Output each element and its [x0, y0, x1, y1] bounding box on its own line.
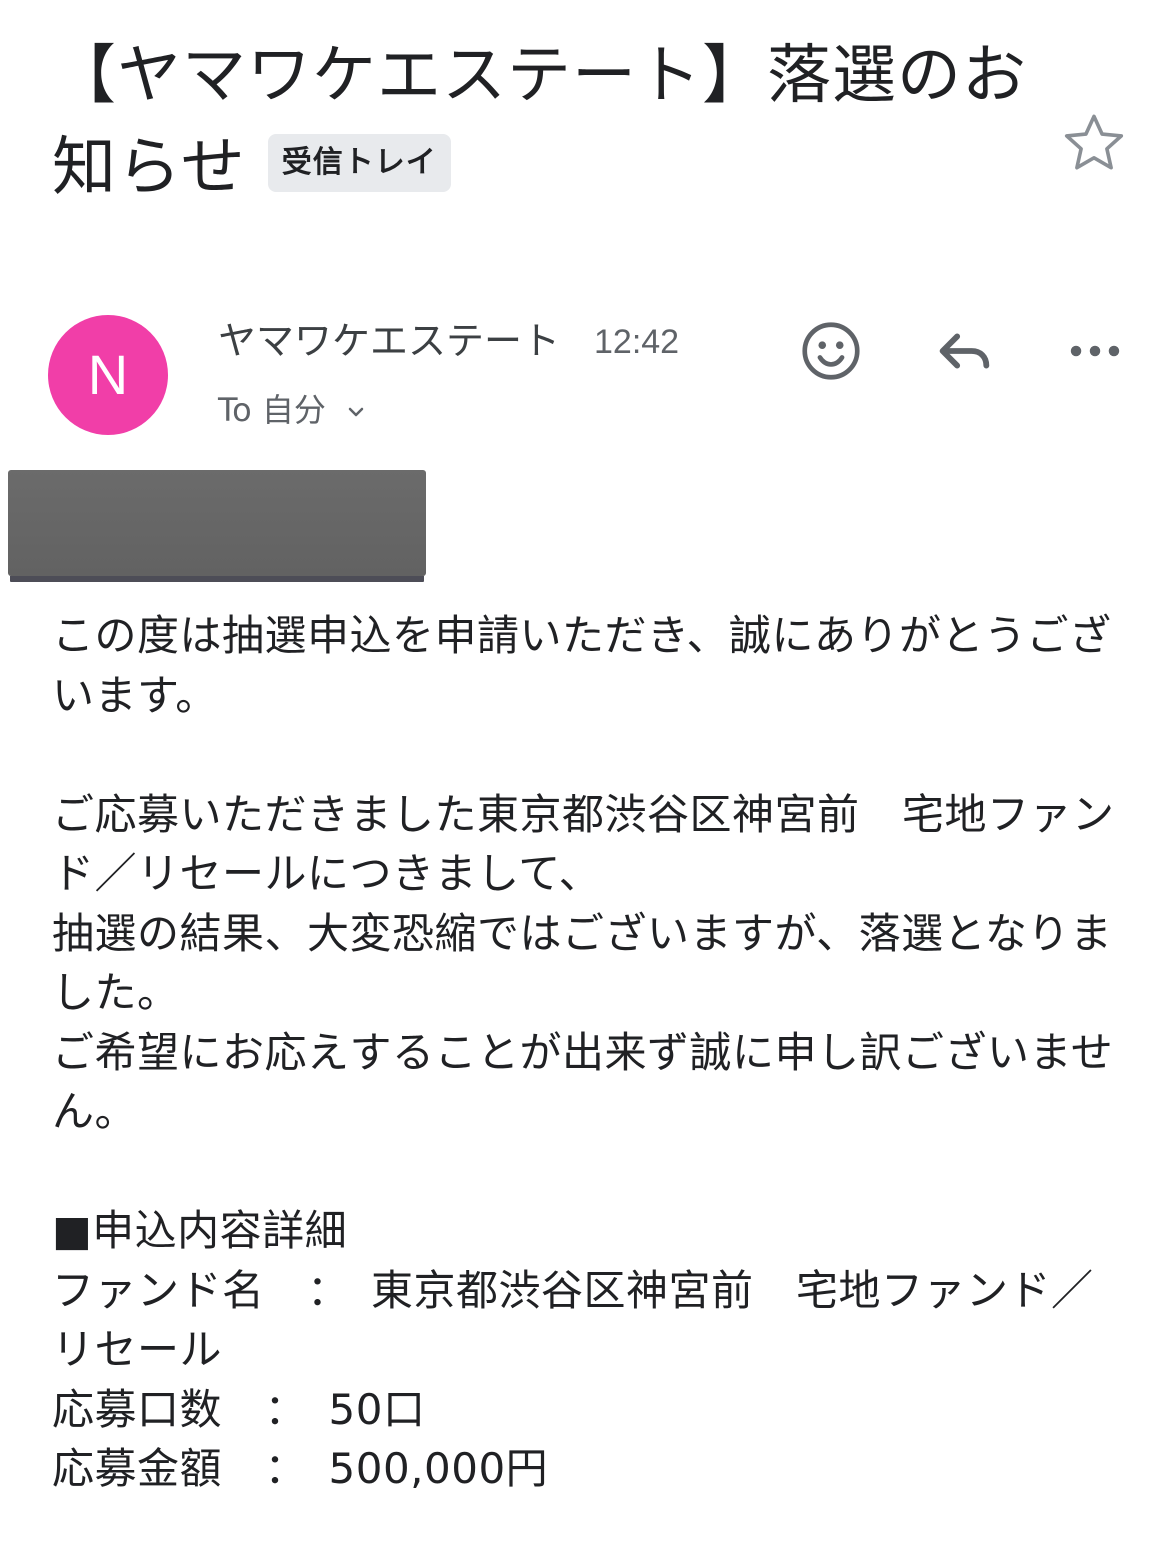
details-header: ■申込内容詳細: [52, 1206, 348, 1255]
amount-row: 応募金額 ： 500,000円: [52, 1444, 549, 1493]
recipient-text: To 自分: [218, 391, 326, 429]
body-line: 抽選の結果、大変恐縮ではございますが、落選となりました。: [52, 908, 1113, 1018]
avatar[interactable]: N: [48, 315, 168, 435]
inbox-label-chip[interactable]: 受信トレイ: [267, 134, 451, 193]
body-greeting: この度は抽選申込を申請いただき、誠にありがとうございます。: [52, 611, 1112, 720]
redacted-block: [8, 470, 426, 576]
reply-icon[interactable]: [928, 316, 998, 386]
emoji-icon[interactable]: [796, 316, 866, 386]
units-row: 応募口数 ： 50口: [52, 1384, 426, 1434]
subject-text: 【ヤマワケエステート】落選のお知らせ: [52, 39, 1027, 205]
email-body: この度は抽選申込を申請いただき、誠にありがとうございます。 ご応募いただきました…: [52, 606, 1128, 1499]
recipient-toggle[interactable]: To 自分: [218, 388, 368, 432]
email-subject: 【ヤマワケエステート】落選のお知らせ 受信トレイ: [52, 30, 1052, 214]
email-time: 12:42: [594, 323, 680, 361]
chevron-down-icon: [348, 407, 364, 417]
body-line: ご応募いただきました東京都渋谷区神宮前 宅地ファンド／リセールにつきまして、: [52, 789, 1115, 899]
fund-name-row: ファンド名 ： 東京都渋谷区神宮前 宅地ファンド／リセール: [52, 1265, 1094, 1375]
body-line: ご希望にお応えすることが出来ず誠に申し訳ございません。: [52, 1027, 1114, 1137]
avatar-initial: N: [87, 343, 129, 406]
sender-name[interactable]: ヤマワケエステート: [218, 318, 560, 364]
more-icon[interactable]: [1060, 316, 1130, 386]
star-icon[interactable]: [1058, 108, 1130, 180]
